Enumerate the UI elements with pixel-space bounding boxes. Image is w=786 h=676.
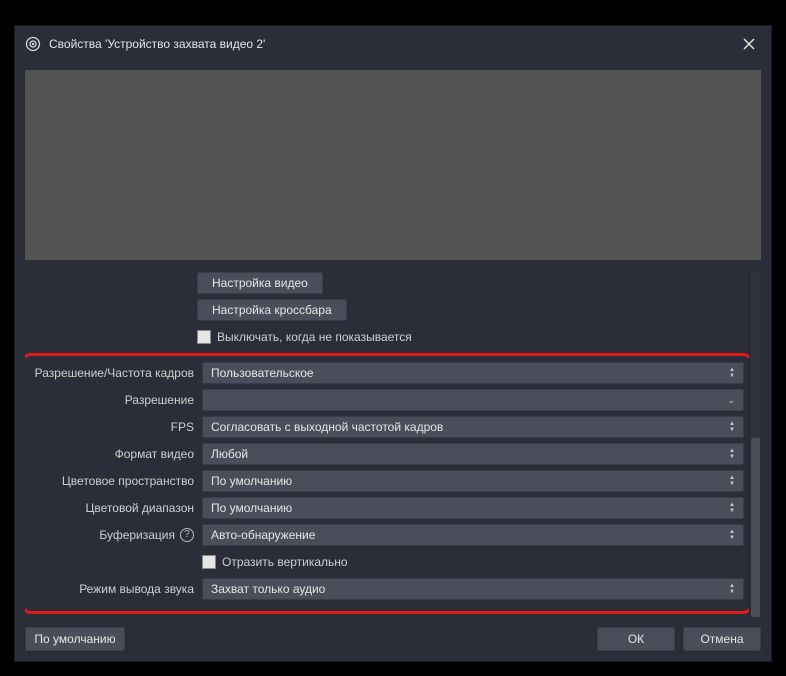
deactivate-when-hidden-checkbox[interactable] <box>197 330 211 344</box>
buffering-label: Буферизация <box>99 528 175 542</box>
dialog-footer: По умолчанию ОК Отмена <box>25 617 761 651</box>
scrollbar-thumb[interactable] <box>751 438 760 617</box>
resolution-fps-label: Разрешение/Частота кадров <box>30 366 202 380</box>
video-format-label: Формат видео <box>30 447 202 461</box>
ok-button[interactable]: ОК <box>597 627 675 651</box>
flip-vertical-label: Отразить вертикально <box>222 555 348 569</box>
color-space-label: Цветовое пространство <box>30 474 202 488</box>
close-icon <box>743 38 755 50</box>
scrollbar[interactable] <box>749 272 761 617</box>
app-icon <box>25 36 41 52</box>
video-preview <box>25 70 761 260</box>
configure-video-button[interactable]: Настройка видео <box>197 272 323 294</box>
defaults-button[interactable]: По умолчанию <box>25 627 125 651</box>
audio-output-select[interactable]: Захват только аудио ▲▼ <box>202 578 744 600</box>
dialog-body: Настройка видео Настройка кроссбара <box>15 62 771 661</box>
cancel-button[interactable]: Отмена <box>683 627 761 651</box>
spinner-icon: ▲▼ <box>729 367 735 379</box>
color-range-select[interactable]: По умолчанию ▲▼ <box>202 497 744 519</box>
resolution-label: Разрешение <box>30 393 202 407</box>
spinner-icon: ▲▼ <box>729 448 735 460</box>
spinner-icon: ▲▼ <box>729 475 735 487</box>
resolution-select[interactable]: ⌄ <box>202 389 744 411</box>
audio-output-label: Режим вывода звука <box>30 582 202 596</box>
configure-crossbar-button[interactable]: Настройка кроссбара <box>197 299 347 321</box>
spinner-icon: ▲▼ <box>729 583 735 595</box>
spinner-icon: ▲▼ <box>729 529 735 541</box>
buffering-select[interactable]: Авто-обнаружение ▲▼ <box>202 524 744 546</box>
help-icon[interactable]: ? <box>180 528 194 542</box>
titlebar: Свойства 'Устройство захвата видео 2' <box>15 26 771 62</box>
flip-vertical-checkbox[interactable] <box>202 555 216 569</box>
window-title: Свойства 'Устройство захвата видео 2' <box>49 37 737 51</box>
color-space-select[interactable]: По умолчанию ▲▼ <box>202 470 744 492</box>
highlighted-section: Разрешение/Частота кадров Пользовательск… <box>25 353 749 614</box>
resolution-fps-select[interactable]: Пользовательское ▲▼ <box>202 362 744 384</box>
spinner-icon: ▲▼ <box>729 502 735 514</box>
fps-label: FPS <box>30 420 202 434</box>
close-button[interactable] <box>737 32 761 56</box>
color-range-label: Цветовой диапазон <box>30 501 202 515</box>
chevron-down-icon: ⌄ <box>727 395 735 406</box>
fps-select[interactable]: Согласовать с выходной частотой кадров ▲… <box>202 416 744 438</box>
deactivate-when-hidden-label: Выключать, когда не показывается <box>217 330 412 344</box>
properties-dialog: Свойства 'Устройство захвата видео 2' На… <box>14 25 772 662</box>
form-area: Настройка видео Настройка кроссбара <box>25 272 749 617</box>
spinner-icon: ▲▼ <box>729 421 735 433</box>
video-format-select[interactable]: Любой ▲▼ <box>202 443 744 465</box>
